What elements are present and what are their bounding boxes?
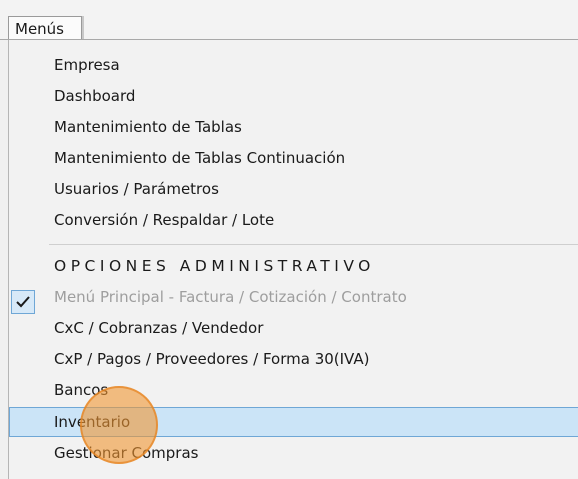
- menu-item-cxc[interactable]: CxC / Cobranzas / Vendedor: [9, 313, 578, 343]
- menu-item-cxp[interactable]: CxP / Pagos / Proveedores / Forma 30(IVA…: [9, 344, 578, 374]
- menu-tab-label: Menús: [15, 20, 64, 38]
- menu-item-label: Mantenimiento de Tablas: [54, 118, 242, 136]
- menu-item-label: Usuarios / Parámetros: [54, 180, 219, 198]
- menu-item-conversion-respaldar[interactable]: Conversión / Respaldar / Lote: [9, 205, 578, 235]
- menu-item-label: Bancos: [54, 381, 109, 399]
- menu-item-label: Gestionar Compras: [54, 444, 199, 462]
- menu-item-mantenimiento-continuacion[interactable]: Mantenimiento de Tablas Continuación: [9, 143, 578, 173]
- menus-dropdown: Empresa Dashboard Mantenimiento de Tabla…: [8, 40, 578, 479]
- menu-item-label: Conversión / Respaldar / Lote: [54, 211, 275, 229]
- menu-item-gestionar-compras[interactable]: Gestionar Compras: [9, 438, 578, 468]
- menu-tab-menus[interactable]: Menús: [8, 16, 82, 40]
- menu-item-inventario[interactable]: Inventario: [9, 407, 578, 437]
- menu-item-label: Mantenimiento de Tablas Continuación: [54, 149, 346, 167]
- menu-item-label: CxP / Pagos / Proveedores / Forma 30(IVA…: [54, 350, 370, 368]
- menu-item-label: CxC / Cobranzas / Vendedor: [54, 319, 264, 337]
- menu-header-opciones-administrativo: OPCIONES ADMINISTRATIVO: [9, 251, 578, 281]
- menu-item-usuarios-parametros[interactable]: Usuarios / Parámetros: [9, 174, 578, 204]
- menu-header-label: OPCIONES ADMINISTRATIVO: [54, 257, 375, 275]
- menu-item-empresa[interactable]: Empresa: [9, 50, 578, 80]
- menu-item-dashboard[interactable]: Dashboard: [9, 81, 578, 111]
- menu-separator: [49, 244, 578, 245]
- menu-item-menu-principal[interactable]: Menú Principal - Factura / Cotización / …: [9, 282, 578, 312]
- menu-item-label: Inventario: [54, 413, 131, 431]
- menu-item-bancos[interactable]: Bancos: [9, 375, 578, 405]
- menu-item-label: Menú Principal - Factura / Cotización / …: [54, 288, 407, 306]
- menu-item-mantenimiento-tablas[interactable]: Mantenimiento de Tablas: [9, 112, 578, 142]
- menu-bar: Menús: [0, 0, 578, 40]
- menu-item-label: Empresa: [54, 56, 120, 74]
- menu-item-label: Dashboard: [54, 87, 136, 105]
